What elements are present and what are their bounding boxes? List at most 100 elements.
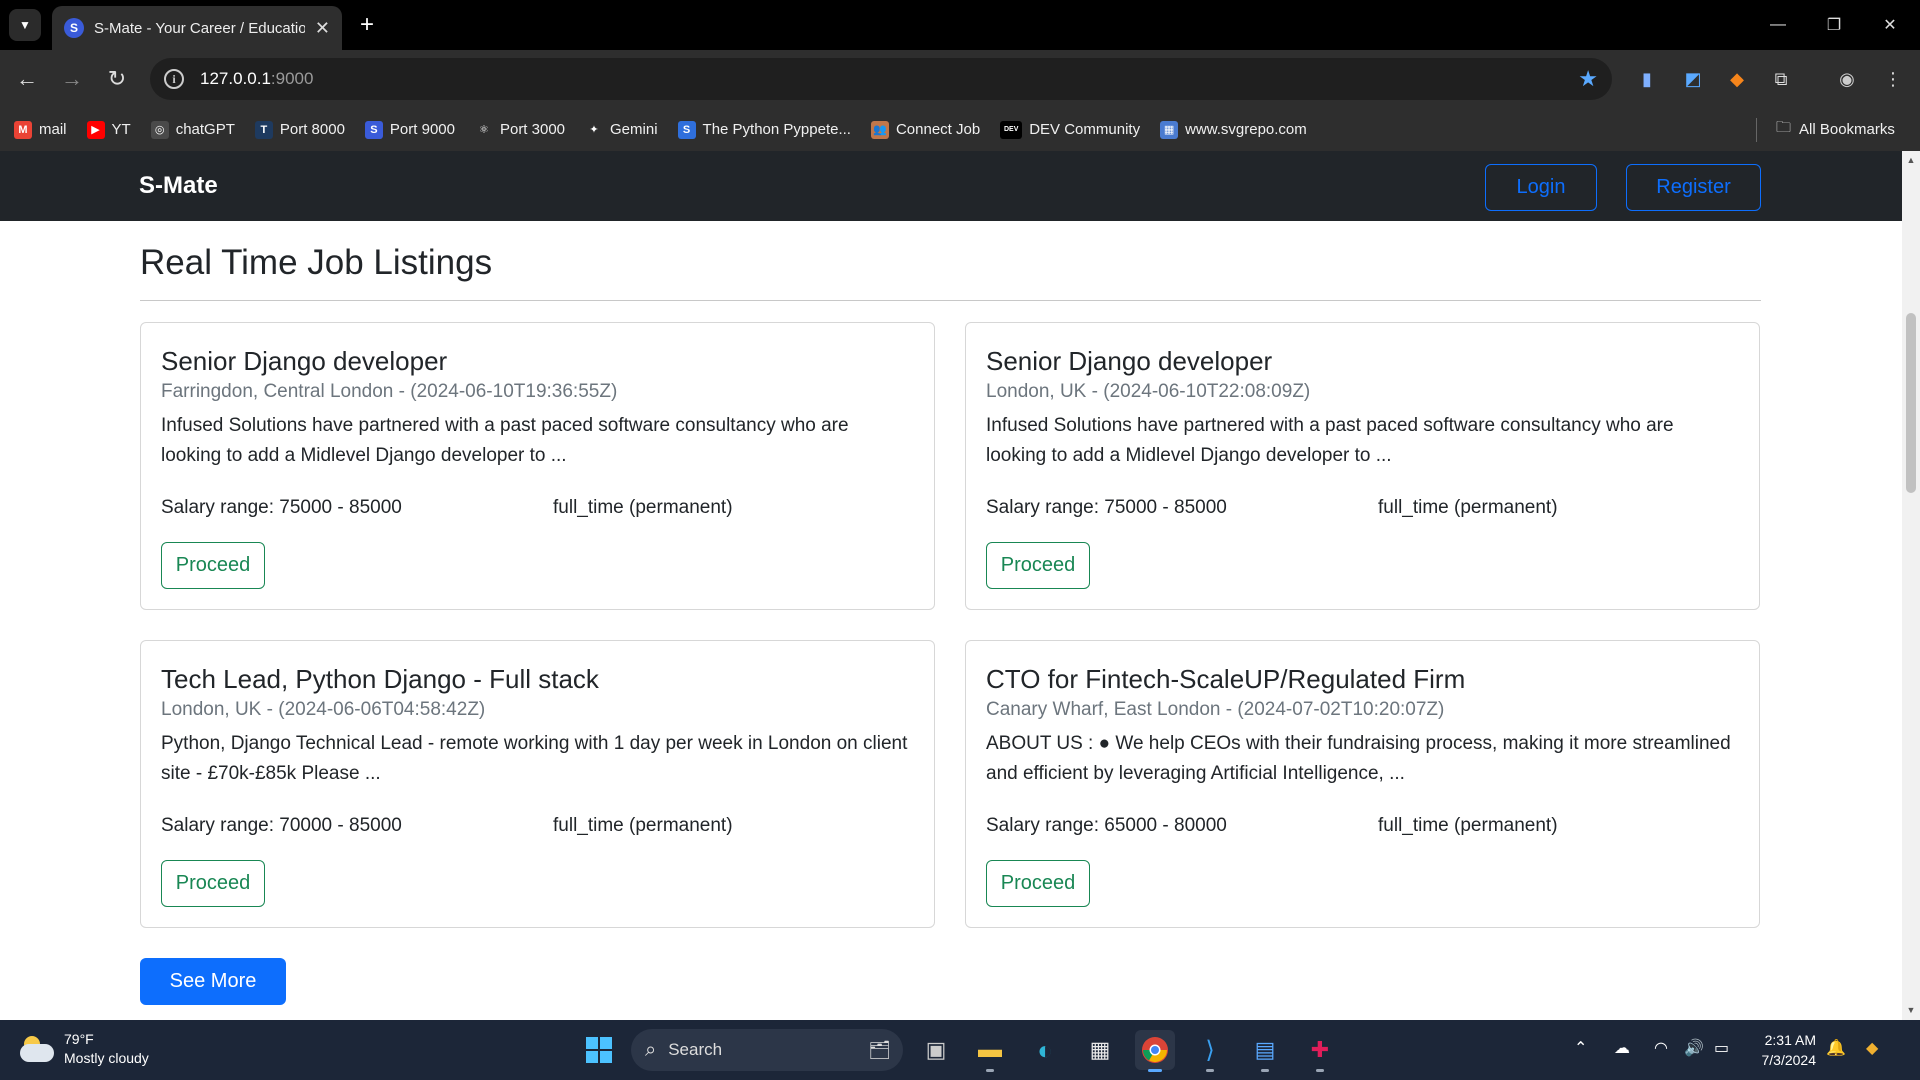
onedrive-icon[interactable]: ☁ xyxy=(1614,1038,1630,1058)
page-scrollbar[interactable]: ▲ ▼ xyxy=(1902,151,1920,1020)
port-8000-icon: T xyxy=(254,120,273,139)
show-hidden-icons-chevron-icon[interactable]: ⌃ xyxy=(1574,1038,1587,1058)
bookmark-item[interactable]: ▦ www.svgrepo.com xyxy=(1160,120,1307,139)
job-location-date: London, UK - (2024-06-10T22:08:09Z) xyxy=(986,381,1311,402)
bookmark-label: DEV Community xyxy=(1029,121,1141,138)
chevron-down-icon: ▼ xyxy=(19,18,31,32)
notification-bell-icon[interactable]: 🔔 xyxy=(1826,1038,1846,1058)
close-tab-icon[interactable]: ✕ xyxy=(315,18,330,39)
weather-widget[interactable]: 79°F Mostly cloudy xyxy=(20,1030,149,1068)
all-bookmarks-button[interactable]: 🗀 All Bookmarks xyxy=(1776,108,1895,151)
bookmark-label: Connect Job xyxy=(895,121,981,138)
notepad-icon[interactable]: ▤ xyxy=(1245,1030,1285,1072)
taskbar-search[interactable]: ⌕ Search 🗂 xyxy=(631,1029,903,1071)
bookmark-item[interactable]: T Port 8000 xyxy=(254,120,345,139)
browser-toolbar: ← → ↻ i 127.0.0.1:9000 ★ ▮ ◩ ◆ ⧉ ◉ ⋮ xyxy=(0,50,1920,108)
profile-avatar-icon[interactable]: ◉ xyxy=(1832,64,1862,94)
bookmark-label: YT xyxy=(111,121,131,138)
bookmark-item[interactable]: ⚛ Port 3000 xyxy=(474,120,566,139)
bookmark-label: The Python Pyppete... xyxy=(702,121,851,138)
vscode-icon[interactable]: ⟩ xyxy=(1190,1030,1230,1072)
taskbar-clock[interactable]: 2:31 AM 7/3/2024 xyxy=(1740,1030,1817,1070)
job-card: Senior Django developer London, UK - (202… xyxy=(965,322,1760,610)
chrome-icon[interactable] xyxy=(1135,1030,1175,1072)
extension-translate-icon[interactable]: ◩ xyxy=(1678,64,1708,94)
proceed-button[interactable]: Proceed xyxy=(986,860,1090,907)
proceed-button[interactable]: Proceed xyxy=(161,542,265,589)
arrow-right-icon: → xyxy=(61,66,83,91)
bookmark-label: chatGPT xyxy=(175,121,235,138)
forward-button[interactable]: → xyxy=(55,62,89,96)
job-description: ABOUT US : ● We help CEOs with their fun… xyxy=(986,733,1731,784)
scrollbar-thumb[interactable] xyxy=(1906,313,1916,493)
job-type: full_time (permanent) xyxy=(553,815,733,836)
browser-menu-icon[interactable]: ⋮ xyxy=(1878,64,1908,94)
task-view-icon[interactable]: ▣ xyxy=(916,1030,956,1070)
job-description: Infused Solutions have partnered with a … xyxy=(161,415,849,466)
dev-community-icon: DEV xyxy=(1000,120,1023,139)
site-brand[interactable]: S-Mate xyxy=(139,172,218,200)
restore-window-button[interactable]: ❐ xyxy=(1806,0,1862,50)
browser-tab-strip: ▼ S S-Mate - Your Career / Educatio ✕ + … xyxy=(0,0,1920,50)
bookmark-item[interactable]: Mmail xyxy=(14,120,67,139)
tab-search-button[interactable]: ▼ xyxy=(9,9,41,41)
browser-tab-active[interactable]: S S-Mate - Your Career / Educatio ✕ xyxy=(52,6,342,50)
bookmark-item[interactable]: ▶ YT xyxy=(86,120,131,139)
url-host: 127.0.0.1 xyxy=(200,69,271,88)
job-card: Senior Django developer Farringdon, Centr… xyxy=(140,322,935,610)
job-description: Python, Django Technical Lead - remote w… xyxy=(161,733,908,784)
bookmark-item[interactable]: 👥 Connect Job xyxy=(870,120,981,139)
bookmark-item[interactable]: ◎ chatGPT xyxy=(150,120,235,139)
see-more-button[interactable]: See More xyxy=(140,958,286,1005)
copilot-icon[interactable]: ◆ xyxy=(1866,1038,1878,1058)
minimize-window-button[interactable]: — xyxy=(1750,0,1806,50)
bookmark-label: www.svgrepo.com xyxy=(1185,121,1307,138)
bookmark-label: Port 3000 xyxy=(499,121,566,138)
windows-logo-icon xyxy=(586,1037,612,1063)
file-explorer-icon[interactable]: ▬ xyxy=(970,1030,1010,1072)
weather-description: Mostly cloudy xyxy=(64,1050,149,1066)
reload-icon: ↻ xyxy=(107,66,127,91)
close-window-button[interactable]: ✕ xyxy=(1862,0,1918,50)
react-icon: ⚛ xyxy=(474,120,493,139)
title-divider xyxy=(140,300,1761,301)
job-type: full_time (permanent) xyxy=(1378,815,1558,836)
job-salary: Salary range: 75000 - 85000 xyxy=(161,497,402,518)
bookmark-item[interactable]: ✦ Gemini xyxy=(585,120,658,139)
python-pyppeteer-icon: S xyxy=(677,120,696,139)
proceed-button[interactable]: Proceed xyxy=(986,542,1090,589)
extension-document-icon[interactable]: ▮ xyxy=(1632,64,1662,94)
bookmark-item[interactable]: DEV DEV Community xyxy=(1000,120,1141,139)
edge-browser-icon[interactable]: ◐ xyxy=(1025,1030,1065,1070)
volume-icon[interactable]: 🔊 xyxy=(1684,1038,1704,1058)
metamask-fox-icon[interactable]: ◆ xyxy=(1722,64,1752,94)
slack-icon[interactable]: ✚ xyxy=(1300,1030,1340,1072)
job-title: Tech Lead, Python Django - Full stack xyxy=(161,664,599,694)
job-location-date: Canary Wharf, East London - (2024-07-02T… xyxy=(986,699,1445,720)
scroll-up-icon[interactable]: ▲ xyxy=(1906,155,1916,165)
proceed-button[interactable]: Proceed xyxy=(161,860,265,907)
login-button[interactable]: Login xyxy=(1485,164,1597,211)
wifi-icon[interactable]: ◠ xyxy=(1654,1038,1668,1058)
bookmark-star-icon[interactable]: ★ xyxy=(1578,66,1598,92)
windows-start-button[interactable] xyxy=(579,1030,619,1070)
reload-button[interactable]: ↻ xyxy=(100,62,134,96)
job-location-date: London, UK - (2024-06-06T04:58:42Z) xyxy=(161,699,486,720)
bookmark-item[interactable]: S The Python Pyppete... xyxy=(677,120,851,139)
taskbar-search-label: Search xyxy=(668,1040,723,1059)
battery-icon[interactable]: ▭ xyxy=(1714,1038,1729,1058)
address-bar[interactable]: i 127.0.0.1:9000 ★ xyxy=(150,58,1612,100)
bookmark-label: Port 8000 xyxy=(279,121,345,138)
back-button[interactable]: ← xyxy=(10,62,44,96)
bookmark-label: mail xyxy=(39,121,67,138)
register-button[interactable]: Register xyxy=(1626,164,1761,211)
site-info-icon[interactable]: i xyxy=(164,69,184,89)
bookmark-item[interactable]: S Port 9000 xyxy=(364,120,455,139)
new-tab-button[interactable]: + xyxy=(352,10,382,40)
extensions-puzzle-icon[interactable]: ⧉ xyxy=(1766,64,1796,94)
clock-time: 2:31 AM xyxy=(1764,1032,1816,1048)
job-salary: Salary range: 75000 - 85000 xyxy=(986,497,1227,518)
microsoft-store-icon[interactable]: ▦ xyxy=(1080,1030,1120,1070)
scroll-down-icon[interactable]: ▼ xyxy=(1906,1005,1916,1015)
job-description: Infused Solutions have partnered with a … xyxy=(986,415,1674,466)
